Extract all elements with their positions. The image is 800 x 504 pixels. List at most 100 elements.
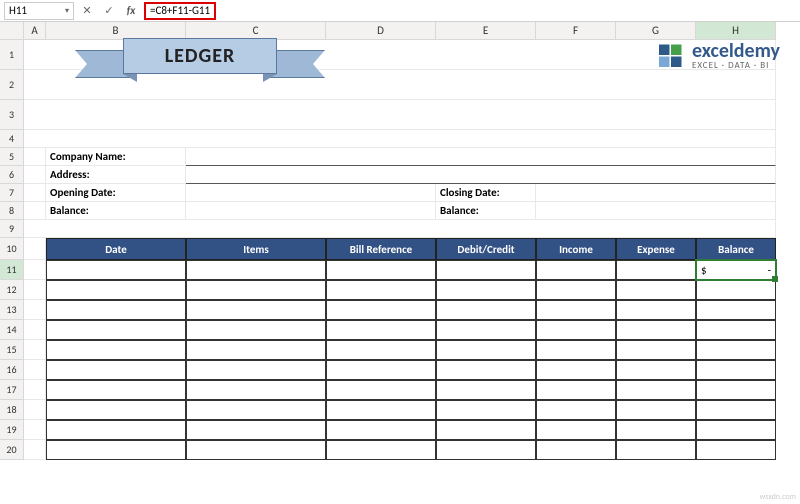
table-cell[interactable] bbox=[436, 300, 536, 320]
row-header[interactable]: 5 bbox=[0, 148, 24, 166]
cell[interactable] bbox=[24, 148, 46, 166]
table-cell[interactable] bbox=[186, 440, 326, 460]
table-cell[interactable] bbox=[536, 280, 616, 300]
closing-balance-input[interactable] bbox=[536, 202, 776, 220]
table-cell[interactable] bbox=[186, 340, 326, 360]
table-cell[interactable] bbox=[536, 320, 616, 340]
cell[interactable] bbox=[24, 130, 776, 148]
cell[interactable] bbox=[24, 260, 46, 280]
row-header[interactable]: 13 bbox=[0, 300, 24, 320]
row-header[interactable]: 19 bbox=[0, 420, 24, 440]
table-cell[interactable] bbox=[46, 340, 186, 360]
table-cell[interactable] bbox=[696, 280, 776, 300]
row-header[interactable]: 18 bbox=[0, 400, 24, 420]
table-cell[interactable] bbox=[436, 420, 536, 440]
table-cell[interactable] bbox=[326, 400, 436, 420]
row-header[interactable]: 16 bbox=[0, 360, 24, 380]
table-cell[interactable] bbox=[616, 340, 696, 360]
table-cell[interactable] bbox=[326, 300, 436, 320]
cell[interactable] bbox=[24, 280, 46, 300]
confirm-formula-icon[interactable]: ✓ bbox=[100, 2, 118, 20]
table-cell[interactable] bbox=[696, 380, 776, 400]
fx-icon[interactable]: fx bbox=[122, 2, 140, 20]
table-cell[interactable] bbox=[46, 380, 186, 400]
row-header[interactable]: 3 bbox=[0, 100, 24, 130]
table-cell[interactable] bbox=[326, 420, 436, 440]
table-cell[interactable] bbox=[46, 360, 186, 380]
col-header-E[interactable]: E bbox=[436, 22, 536, 40]
table-cell[interactable] bbox=[186, 380, 326, 400]
table-cell[interactable] bbox=[696, 300, 776, 320]
table-cell[interactable] bbox=[326, 340, 436, 360]
table-cell[interactable] bbox=[616, 300, 696, 320]
table-cell[interactable] bbox=[436, 440, 536, 460]
table-cell[interactable] bbox=[696, 360, 776, 380]
row-header[interactable]: 4 bbox=[0, 130, 24, 148]
table-cell[interactable] bbox=[696, 320, 776, 340]
table-cell[interactable] bbox=[326, 360, 436, 380]
table-cell[interactable] bbox=[536, 300, 616, 320]
table-cell[interactable] bbox=[616, 380, 696, 400]
table-cell[interactable] bbox=[616, 440, 696, 460]
table-cell[interactable] bbox=[326, 280, 436, 300]
closing-date-input[interactable] bbox=[536, 184, 776, 202]
table-cell[interactable] bbox=[616, 280, 696, 300]
table-cell[interactable] bbox=[186, 320, 326, 340]
cancel-formula-icon[interactable]: ✕ bbox=[78, 2, 96, 20]
table-cell[interactable] bbox=[326, 320, 436, 340]
table-cell[interactable] bbox=[186, 360, 326, 380]
row-header[interactable]: 7 bbox=[0, 184, 24, 202]
table-cell[interactable] bbox=[46, 300, 186, 320]
opening-date-input[interactable] bbox=[186, 184, 436, 202]
table-cell[interactable] bbox=[536, 420, 616, 440]
table-cell[interactable] bbox=[46, 440, 186, 460]
col-header-G[interactable]: G bbox=[616, 22, 696, 40]
row-header[interactable]: 14 bbox=[0, 320, 24, 340]
col-header-H[interactable]: H bbox=[696, 22, 776, 40]
table-cell[interactable] bbox=[536, 400, 616, 420]
table-cell[interactable] bbox=[616, 260, 696, 280]
table-cell[interactable] bbox=[536, 380, 616, 400]
cell[interactable] bbox=[24, 220, 776, 238]
col-header-A[interactable]: A bbox=[24, 22, 46, 40]
table-cell[interactable] bbox=[46, 260, 186, 280]
table-cell[interactable] bbox=[46, 320, 186, 340]
table-cell[interactable] bbox=[186, 260, 326, 280]
selected-cell-H11[interactable]: $- bbox=[696, 260, 776, 280]
table-cell[interactable] bbox=[536, 260, 616, 280]
table-cell[interactable] bbox=[436, 400, 536, 420]
table-cell[interactable] bbox=[436, 340, 536, 360]
table-cell[interactable] bbox=[696, 440, 776, 460]
table-cell[interactable] bbox=[616, 320, 696, 340]
table-cell[interactable] bbox=[436, 260, 536, 280]
fill-handle[interactable] bbox=[772, 276, 778, 282]
table-cell[interactable] bbox=[46, 280, 186, 300]
table-cell[interactable] bbox=[326, 260, 436, 280]
col-header-F[interactable]: F bbox=[536, 22, 616, 40]
table-cell[interactable] bbox=[536, 440, 616, 460]
table-cell[interactable] bbox=[696, 420, 776, 440]
table-cell[interactable] bbox=[186, 420, 326, 440]
row-header[interactable]: 11 bbox=[0, 260, 24, 280]
cell[interactable] bbox=[24, 440, 46, 460]
row-header[interactable]: 10 bbox=[0, 238, 24, 260]
row-header[interactable]: 20 bbox=[0, 440, 24, 460]
cell[interactable] bbox=[24, 360, 46, 380]
table-cell[interactable] bbox=[436, 380, 536, 400]
cell[interactable] bbox=[24, 184, 46, 202]
address-input[interactable] bbox=[186, 166, 776, 184]
row-header[interactable]: 1 bbox=[0, 40, 24, 70]
cell[interactable] bbox=[24, 238, 46, 260]
row-header[interactable]: 17 bbox=[0, 380, 24, 400]
table-cell[interactable] bbox=[326, 440, 436, 460]
chevron-down-icon[interactable]: ▾ bbox=[65, 6, 69, 16]
col-header-D[interactable]: D bbox=[326, 22, 436, 40]
name-box[interactable]: H11 ▾ bbox=[4, 2, 74, 20]
opening-balance-input[interactable] bbox=[186, 202, 436, 220]
cell[interactable] bbox=[24, 340, 46, 360]
row-header[interactable]: 9 bbox=[0, 220, 24, 238]
company-name-input[interactable] bbox=[186, 148, 776, 166]
cell[interactable] bbox=[24, 320, 46, 340]
table-cell[interactable] bbox=[536, 340, 616, 360]
cell[interactable] bbox=[24, 300, 46, 320]
